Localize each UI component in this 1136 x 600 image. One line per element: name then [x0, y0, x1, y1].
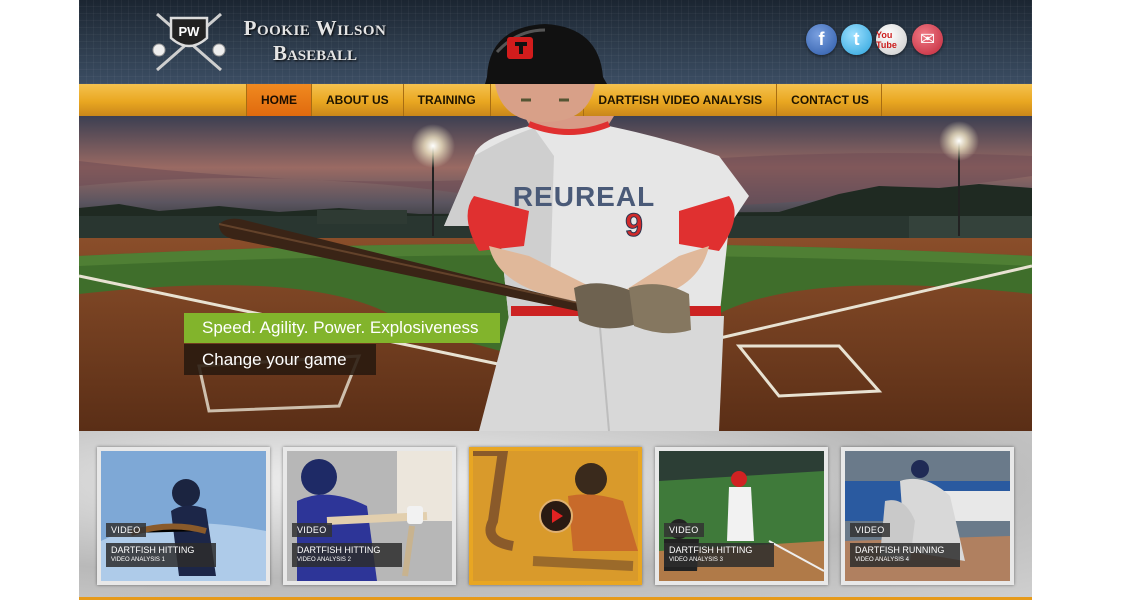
video-title: DARTFISH HITTING [111, 545, 195, 555]
site-container: PW Pookie Wilson Baseball f t You Tube ✉… [79, 0, 1032, 600]
video-thumb-4[interactable]: VIDEO DARTFISH RUNNING VIDEO ANALYSIS 4 [841, 447, 1014, 585]
player-helmet [485, 24, 607, 122]
video-title: DARTFISH HITTING [669, 545, 753, 555]
facebook-icon[interactable]: f [806, 24, 837, 55]
video-subtitle: VIDEO ANALYSIS 4 [855, 557, 909, 563]
youtube-icon[interactable]: You Tube [876, 24, 907, 55]
video-thumb-2[interactable]: VIDEO DARTFISH HITTING VIDEO ANALYSIS 2 [283, 447, 456, 585]
video-subtitle: VIDEO ANALYSIS 2 [297, 557, 351, 563]
twitter-glyph: t [853, 29, 860, 49]
nav-home[interactable]: Home [246, 84, 311, 116]
video-badge: VIDEO [106, 523, 146, 537]
jersey-number: 9 [625, 207, 643, 243]
logo-monogram: PW [179, 24, 201, 39]
video-caption: DARTFISH HITTING VIDEO ANALYSIS 1 [106, 543, 216, 567]
video-badge: VIDEO [664, 523, 704, 537]
email-icon[interactable]: ✉ [912, 24, 943, 55]
video-caption: DARTFISH RUNNING VIDEO ANALYSIS 4 [850, 543, 960, 567]
video-thumb-featured[interactable] [469, 447, 642, 585]
facebook-glyph: f [818, 29, 825, 49]
hero-cta-button[interactable]: Change your game [184, 344, 376, 375]
email-glyph: ✉ [919, 29, 936, 49]
play-button-icon[interactable] [539, 499, 573, 533]
nav-about-us[interactable]: About Us [311, 84, 403, 116]
video-caption: DARTFISH HITTING VIDEO ANALYSIS 3 [664, 543, 774, 567]
nav-contact-us[interactable]: Contact Us [776, 84, 883, 116]
video-title: DARTFISH HITTING [297, 545, 381, 555]
hero-image: REUREAL 9 [79, 116, 1032, 431]
hero-tagline: Speed. Agility. Power. Explosiveness [184, 313, 500, 343]
video-subtitle: VIDEO ANALYSIS 1 [111, 557, 165, 563]
video-badge: VIDEO [850, 523, 890, 537]
site-title-line2: Baseball [272, 41, 358, 65]
video-gallery: VIDEO DARTFISH HITTING VIDEO ANALYSIS 1 … [79, 431, 1032, 597]
twitter-icon[interactable]: t [841, 24, 872, 55]
hero-banner: REUREAL 9 Speed. Agility. Power. Explosi… [79, 116, 1032, 431]
video-badge: VIDEO [292, 523, 332, 537]
video-thumb-1[interactable]: VIDEO DARTFISH HITTING VIDEO ANALYSIS 1 [97, 447, 270, 585]
video-thumb-3[interactable]: VIDEO DARTFISH HITTING VIDEO ANALYSIS 3 [655, 447, 828, 585]
youtube-glyph: You Tube [876, 29, 897, 50]
logo-icon[interactable]: PW [151, 10, 227, 74]
video-title: DARTFISH RUNNING [855, 545, 945, 555]
nav-dartfish-video-analysis[interactable]: Dartfish Video Analysis [583, 84, 776, 116]
video-caption: DARTFISH HITTING VIDEO ANALYSIS 2 [292, 543, 402, 567]
site-title[interactable]: Pookie Wilson Baseball [235, 16, 395, 66]
video-subtitle: VIDEO ANALYSIS 3 [669, 557, 723, 563]
site-title-line1: Pookie Wilson [243, 16, 387, 40]
